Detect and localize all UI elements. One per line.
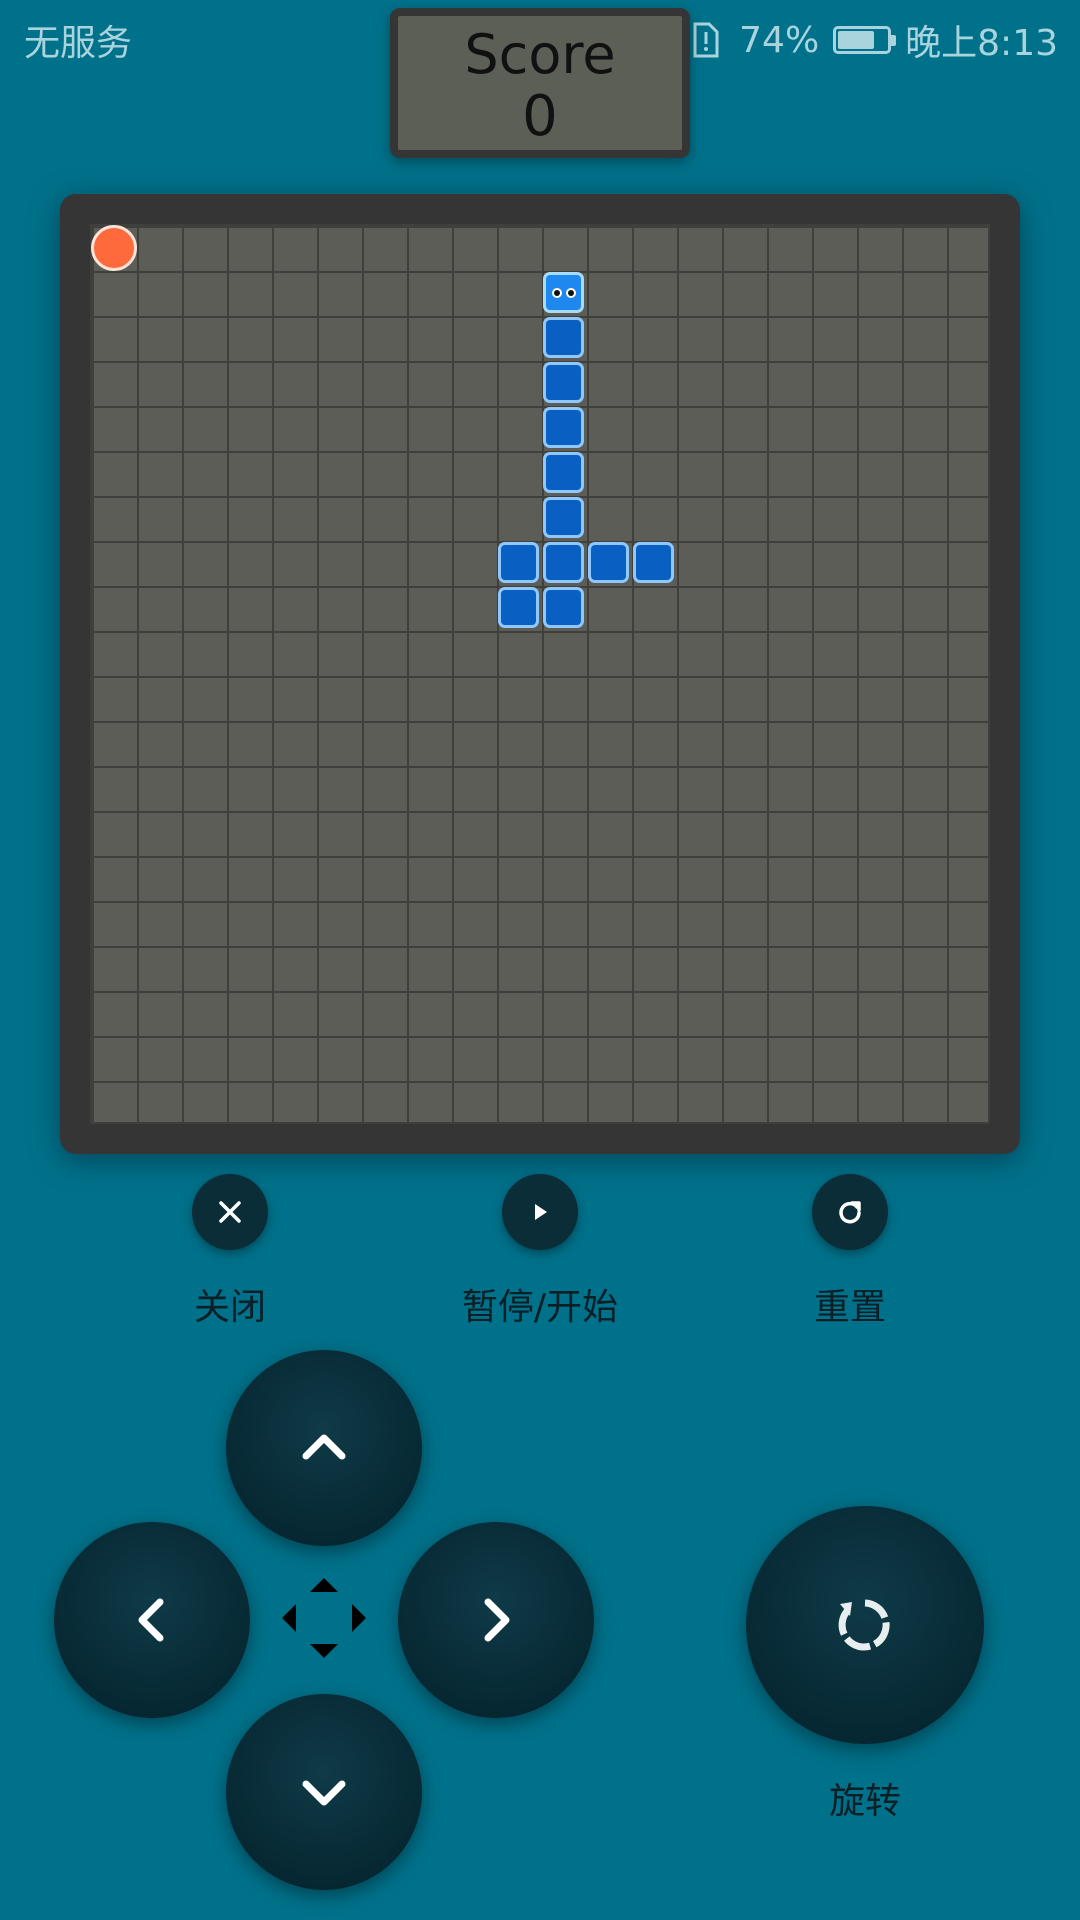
snake-head <box>542 271 587 316</box>
snake-segment-block <box>543 317 584 358</box>
chevron-up-icon <box>302 1434 346 1460</box>
rotate-button[interactable] <box>746 1506 984 1744</box>
game-board[interactable] <box>90 224 990 1124</box>
snake-segment <box>542 541 587 586</box>
snake-segment <box>542 406 587 451</box>
snake-segment-block <box>543 587 584 628</box>
pause-start-button[interactable] <box>502 1174 578 1250</box>
snake-segment-block <box>543 497 584 538</box>
snake-segment <box>632 541 677 586</box>
food-dot <box>91 225 137 271</box>
chevron-down-icon <box>302 1780 346 1806</box>
snake-segment <box>542 361 587 406</box>
snake-segment-block <box>588 542 629 583</box>
close-icon <box>219 1201 241 1223</box>
score-label: Score <box>464 23 616 86</box>
battery-level <box>838 31 874 49</box>
snake-segment-block <box>543 362 584 403</box>
snake-segment-block <box>543 407 584 448</box>
sim-alert-icon <box>693 22 719 58</box>
snake-segment-block <box>633 542 674 583</box>
snake-segment <box>587 541 632 586</box>
play-icon <box>535 1204 547 1220</box>
left-button[interactable] <box>54 1522 250 1718</box>
chevron-left-icon <box>138 1598 164 1642</box>
close-button[interactable] <box>192 1174 268 1250</box>
up-button[interactable] <box>226 1350 422 1546</box>
snake-segment-block <box>543 542 584 583</box>
snake-segment-block <box>498 542 539 583</box>
down-button[interactable] <box>226 1694 422 1890</box>
carrier-status: 无服务 <box>24 23 133 64</box>
score-value: 0 <box>522 84 558 149</box>
score-panel: Score 0 <box>390 8 690 158</box>
reset-button[interactable] <box>812 1174 888 1250</box>
dpad-arrows-icon <box>282 1578 366 1658</box>
snake-eye-icon <box>566 288 576 298</box>
right-button[interactable] <box>398 1522 594 1718</box>
close-label: 关闭 <box>193 1287 266 1328</box>
battery-icon <box>833 26 897 54</box>
snake-segment <box>497 586 542 631</box>
rotate-label: 旋转 <box>828 1781 901 1822</box>
snake-segment <box>542 316 587 361</box>
reset-label: 重置 <box>813 1287 886 1328</box>
clock: 晚上8:13 <box>905 23 1058 64</box>
rotate-icon <box>838 1599 890 1651</box>
snake-segment <box>497 541 542 586</box>
refresh-icon <box>839 1201 861 1224</box>
snake-segment-block <box>498 587 539 628</box>
snake-eye-icon <box>552 288 562 298</box>
chevron-right-icon <box>484 1598 510 1642</box>
snake-segment <box>542 586 587 631</box>
snake-head-block <box>543 272 584 313</box>
battery-percent: 74% <box>739 19 820 61</box>
food-icon <box>91 225 137 271</box>
snake-segment-block <box>543 452 584 493</box>
snake-segment <box>542 451 587 496</box>
snake-segment <box>542 496 587 541</box>
pause-start-label: 暂停/开始 <box>461 1287 619 1328</box>
